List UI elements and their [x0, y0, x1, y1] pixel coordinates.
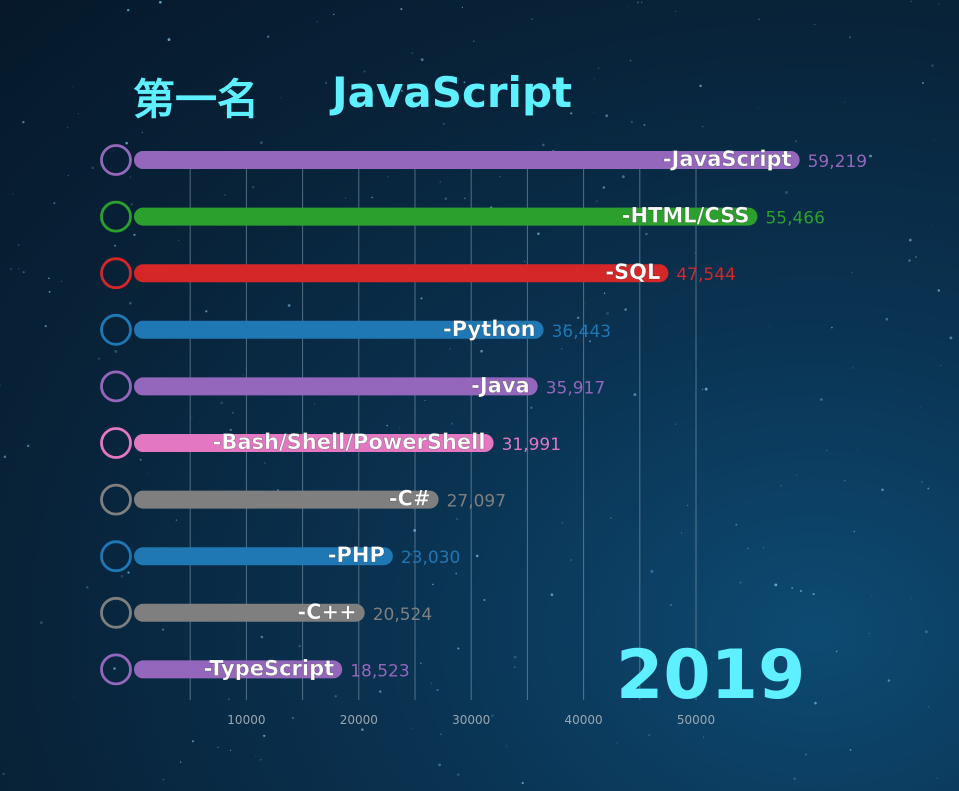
bar-ring [100, 257, 132, 290]
x-tick-label: 10000 [227, 713, 265, 727]
bar-ring [100, 540, 132, 573]
bar-ring [100, 370, 132, 403]
bar-value-label: 27,097 [447, 492, 506, 512]
bar-name-label: -Python [443, 317, 536, 341]
bar-value-label: 31,991 [502, 435, 561, 455]
x-tick-label: 30000 [452, 713, 490, 727]
year-label: 2019 [616, 636, 806, 715]
bar-name-label: -HTML/CSS [622, 204, 750, 228]
bar-name-label: -C# [389, 487, 431, 511]
bar-ring [100, 313, 132, 346]
bar-value-label: 59,219 [808, 152, 867, 172]
bar-value-label: 35,917 [546, 378, 605, 398]
bar [134, 264, 669, 283]
bar-name-label: -SQL [605, 260, 660, 284]
x-tick-label: 20000 [340, 713, 378, 727]
bar-ring [100, 144, 132, 176]
bar-ring [100, 483, 132, 516]
bar-ring [100, 653, 132, 686]
bar-value-label: 55,466 [765, 209, 824, 229]
bar-ring [100, 200, 132, 233]
bar-chart: 10000 20000 30000 40000 50000 -JavaScript 59,2… [100, 144, 867, 727]
x-tick-label: 40000 [565, 713, 603, 727]
bar-name-label: -Java [471, 373, 530, 397]
bar-value-label: 18,523 [350, 661, 409, 681]
bar-ring [100, 427, 132, 459]
bar-name-label: -C++ [297, 600, 356, 624]
bar-value-label: 20,524 [373, 605, 432, 625]
bar-value-label: 47,544 [676, 265, 735, 285]
bar-value-label: 36,443 [552, 322, 611, 342]
bar-ring [100, 596, 132, 629]
bar-name-label: -TypeScript [204, 656, 335, 680]
bar-value-label: 23,030 [401, 548, 460, 568]
bar-name-label: -Bash/Shell/PowerShell [213, 430, 486, 454]
bar-name-label: -PHP [328, 543, 385, 567]
bar-name-label: -JavaScript [663, 147, 792, 171]
x-tick-label: 50000 [677, 713, 715, 727]
